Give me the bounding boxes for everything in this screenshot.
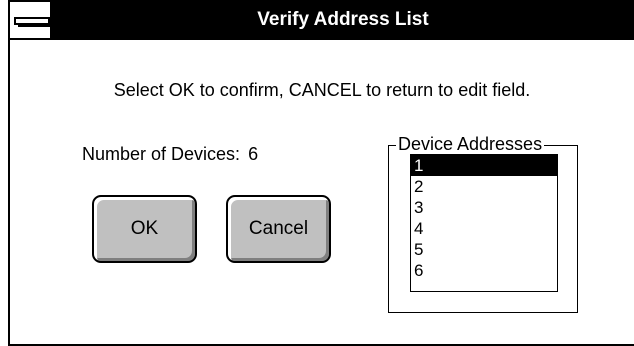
dialog-title: Verify Address List (257, 9, 429, 30)
verify-address-dialog: Verify Address List Select OK to confirm… (8, 0, 634, 346)
list-item[interactable]: 2 (411, 176, 557, 197)
cancel-button[interactable]: Cancel (226, 195, 331, 263)
ok-button[interactable]: OK (92, 195, 197, 263)
device-addresses-label: Device Addresses (396, 133, 545, 155)
list-item[interactable]: 4 (411, 218, 557, 239)
instruction-text: Select OK to confirm, CANCEL to return t… (113, 80, 531, 100)
device-count-label: Number of Devices: (82, 144, 241, 164)
system-menu-button[interactable] (10, 2, 52, 38)
title-bar: Verify Address List (10, 2, 634, 40)
list-item[interactable]: 5 (411, 239, 557, 260)
device-count-row: Number of Devices: 6 (82, 144, 258, 165)
device-address-list[interactable]: 123456 (410, 154, 558, 292)
system-menu-icon (14, 17, 52, 27)
device-count-value: 6 (248, 144, 259, 164)
list-item[interactable]: 6 (411, 260, 557, 281)
list-item[interactable]: 3 (411, 197, 557, 218)
list-item[interactable]: 1 (411, 155, 557, 176)
